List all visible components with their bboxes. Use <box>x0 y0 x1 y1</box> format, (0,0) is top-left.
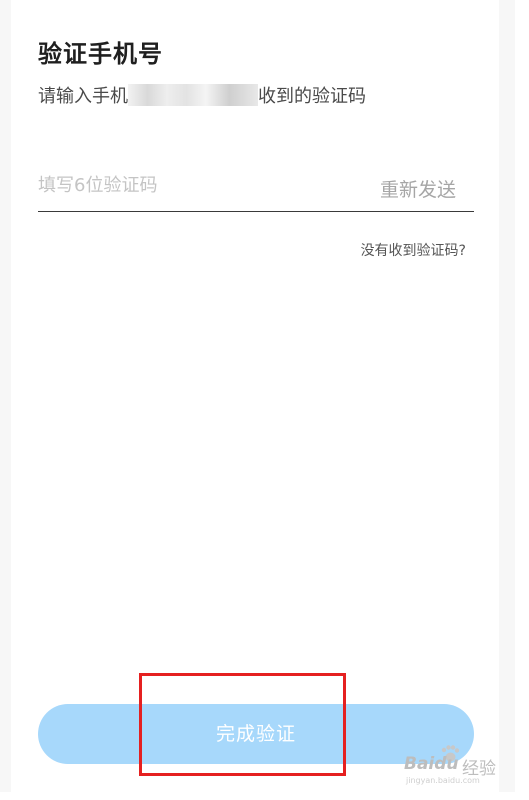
subtitle-prefix: 请输入手机 <box>38 86 128 107</box>
not-received-link[interactable]: 没有收到验证码? <box>361 240 466 260</box>
resend-button[interactable]: 重新发送 <box>380 175 456 202</box>
page-subtitle: 请输入手机 收到的验证码 <box>38 82 366 108</box>
verification-panel <box>11 0 499 792</box>
subtitle-suffix: 收到的验证码 <box>258 86 366 107</box>
verification-code-input[interactable] <box>38 169 338 201</box>
page-title: 验证手机号 <box>38 40 163 68</box>
masked-phone-number <box>128 84 258 106</box>
verification-code-field: 重新发送 <box>38 165 474 212</box>
complete-verification-button[interactable]: 完成验证 <box>38 704 474 764</box>
